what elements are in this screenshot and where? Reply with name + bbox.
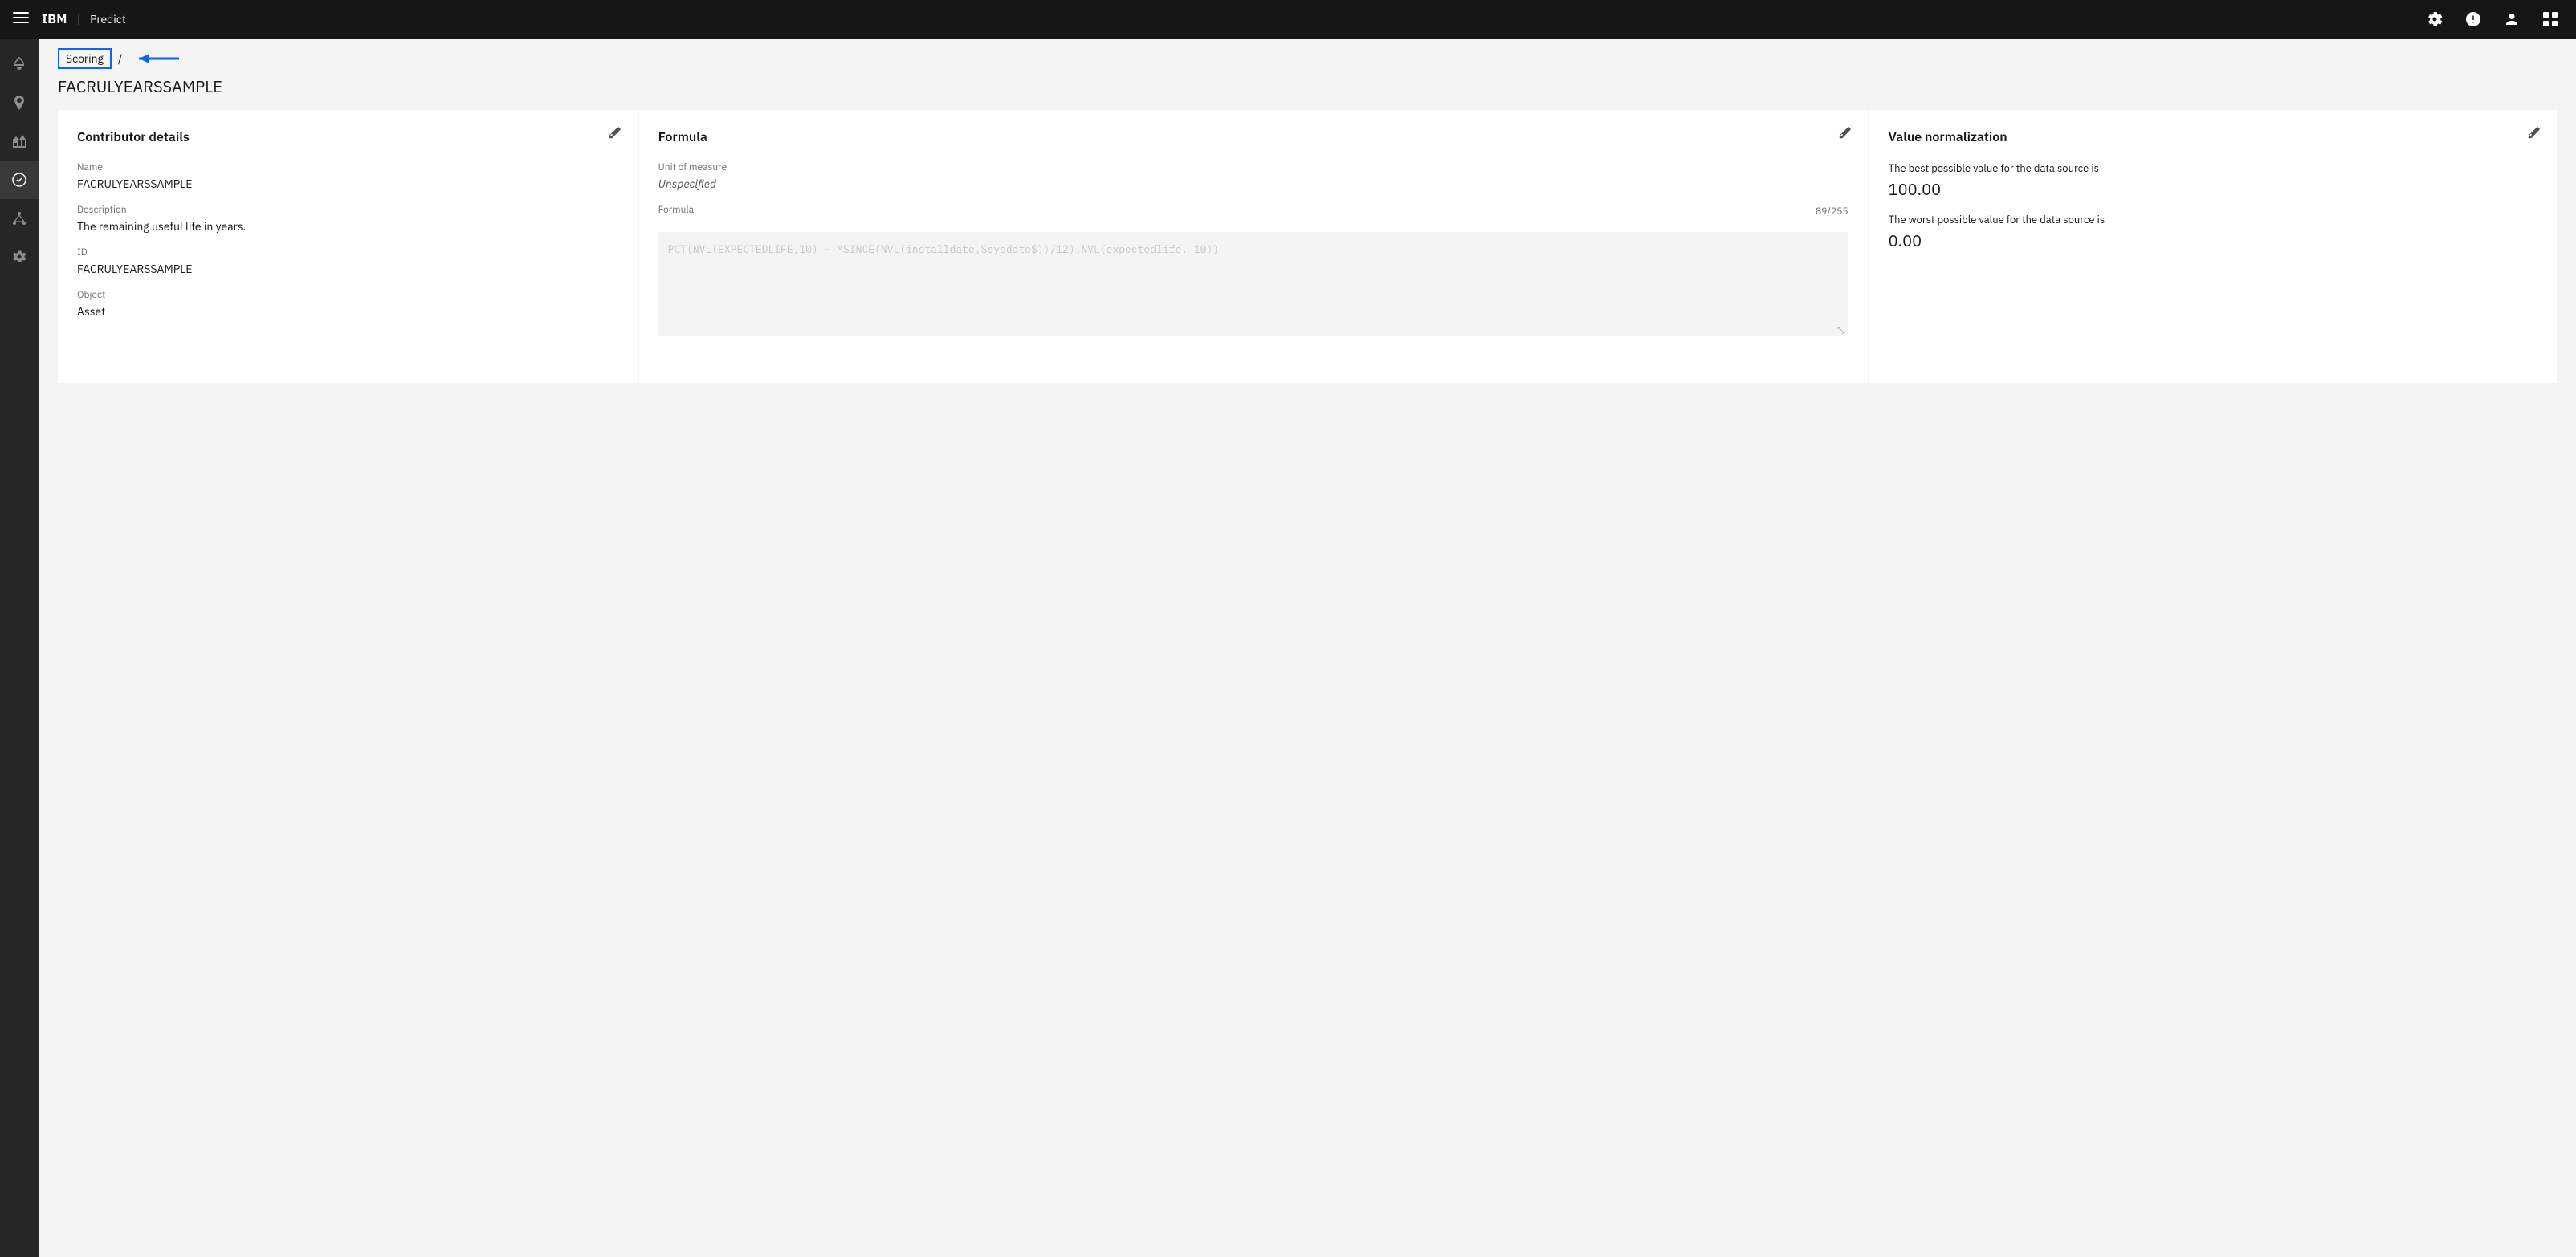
brand-name: IBM xyxy=(42,11,67,27)
apps-icon[interactable] xyxy=(2537,6,2563,32)
formula-edit-icon[interactable] xyxy=(1839,126,1852,143)
breadcrumb-scoring-link[interactable]: Scoring xyxy=(58,48,112,69)
cards-container: Contributor details Name FACRULYEARSSAMP… xyxy=(39,110,2576,383)
contributor-edit-icon[interactable] xyxy=(609,126,622,143)
sidebar-item-scoring[interactable] xyxy=(0,161,39,199)
description-label: Description xyxy=(77,204,618,216)
formula-label: Formula xyxy=(658,204,695,216)
sidebar-item-analytics[interactable] xyxy=(0,122,39,161)
name-label: Name xyxy=(77,161,618,173)
formula-card-title: Formula xyxy=(658,129,1848,145)
hamburger-menu-icon[interactable] xyxy=(13,9,29,31)
user-icon[interactable] xyxy=(2499,6,2525,32)
worst-label: The worst possible value for the data so… xyxy=(1889,213,2537,226)
breadcrumb: Scoring / xyxy=(39,39,2576,69)
object-value: Asset xyxy=(77,304,618,319)
nav-divider: | xyxy=(77,12,80,26)
formula-textarea[interactable]: PCT(NVL(EXPECTEDLIFE,10) - MSINCE(NVL(in… xyxy=(658,232,1848,336)
sidebar xyxy=(0,39,39,1257)
resize-icon: ⤡ xyxy=(1837,324,1845,336)
contributor-details-card: Contributor details Name FACRULYEARSSAMP… xyxy=(58,110,638,383)
formula-counter: 89/255 xyxy=(1816,205,1848,218)
breadcrumb-arrow xyxy=(135,51,183,67)
best-value: 100.00 xyxy=(1889,178,2537,200)
unit-value: Unspecified xyxy=(658,177,1848,191)
normalization-edit-icon[interactable] xyxy=(2528,126,2541,143)
sidebar-item-network[interactable] xyxy=(0,199,39,238)
object-label: Object xyxy=(77,289,618,301)
worst-value: 0.00 xyxy=(1889,230,2537,251)
nav-right-icons xyxy=(2422,6,2563,32)
formula-textarea-wrapper: PCT(NVL(EXPECTEDLIFE,10) - MSINCE(NVL(in… xyxy=(658,232,1848,340)
best-label: The best possible value for the data sou… xyxy=(1889,161,2537,175)
id-value: FACRULYEARSSAMPLE xyxy=(77,262,618,276)
breadcrumb-separator: / xyxy=(118,51,122,66)
normalization-card: Value normalization The best possible va… xyxy=(1869,110,2557,383)
contributor-card-title: Contributor details xyxy=(77,129,618,145)
settings-icon[interactable] xyxy=(2422,6,2448,32)
normalization-card-title: Value normalization xyxy=(1889,129,2537,145)
main-content: Scoring / FACRULYEARSSAMPLE Contributor … xyxy=(39,39,2576,1257)
description-value: The remaining useful life in years. xyxy=(77,219,618,234)
name-value: FACRULYEARSSAMPLE xyxy=(77,177,618,191)
sidebar-item-settings[interactable] xyxy=(0,238,39,276)
sidebar-item-launch[interactable] xyxy=(0,45,39,83)
id-label: ID xyxy=(77,246,618,258)
sidebar-item-location[interactable] xyxy=(0,83,39,122)
app-name: Predict xyxy=(90,12,126,26)
unit-label: Unit of measure xyxy=(658,161,1848,173)
page-title: FACRULYEARSSAMPLE xyxy=(39,69,2576,110)
formula-card: Formula Unit of measure Unspecified Form… xyxy=(639,110,1868,383)
top-navigation: IBM | Predict xyxy=(0,0,2576,39)
help-icon[interactable] xyxy=(2460,6,2486,32)
